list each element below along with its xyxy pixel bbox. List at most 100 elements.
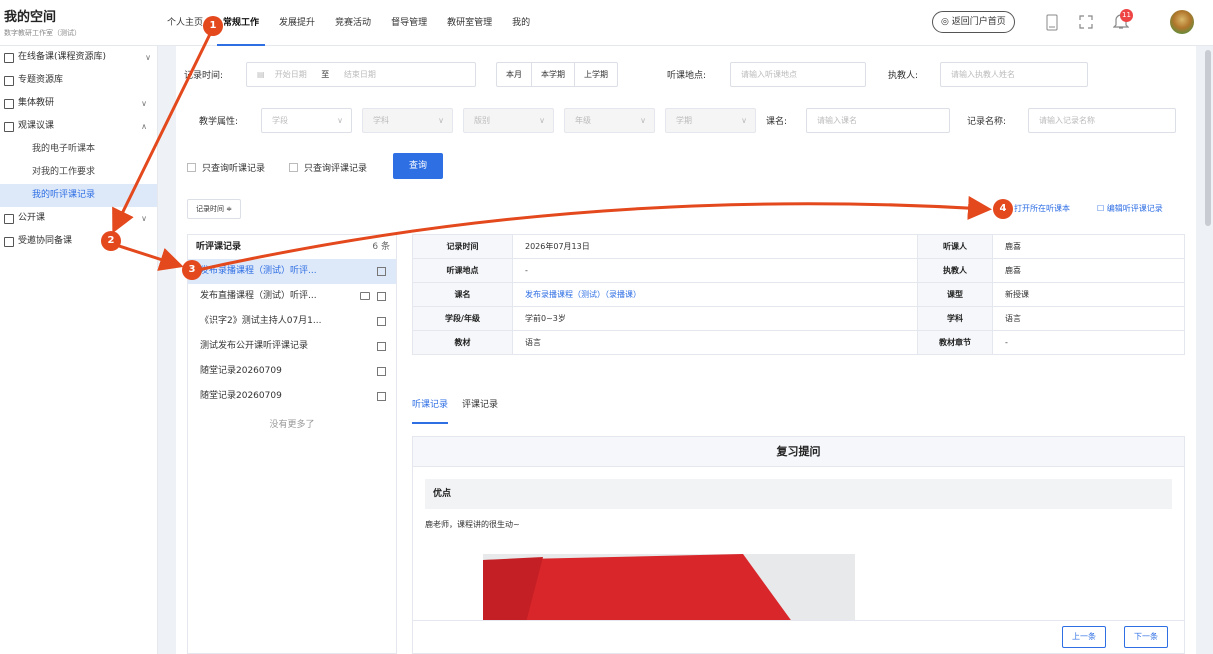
only-review-label: 只查询评课记录 bbox=[304, 164, 368, 174]
open-notebook-link[interactable]: 打开所在听课本 bbox=[1014, 203, 1070, 214]
detail-heading: 复习提问 bbox=[413, 437, 1184, 467]
query-button[interactable]: 查询 bbox=[393, 153, 443, 179]
page-scrollbar[interactable] bbox=[1205, 50, 1211, 226]
record-name-input[interactable]: 请输入记录名称 bbox=[1028, 108, 1176, 133]
prev-record-button[interactable]: 上一条 bbox=[1062, 626, 1106, 648]
table-cell: 执教人 bbox=[917, 258, 993, 283]
list-item[interactable]: 随堂记录20260709 bbox=[188, 359, 396, 384]
return-portal-button[interactable]: ◎ 返回门户首页 bbox=[932, 11, 1015, 33]
list-item[interactable]: 测试发布公开课听评课记录 bbox=[188, 334, 396, 359]
no-more-text: 没有更多了 bbox=[269, 420, 315, 430]
chevron-down-icon: ∨ bbox=[640, 116, 646, 125]
table-row: 学段/年级 学前0~3岁 学科 语言 bbox=[412, 306, 1185, 331]
course-link[interactable]: 发布录播课程（测试）（录播课） bbox=[512, 282, 918, 307]
fullscreen-icon[interactable] bbox=[1079, 15, 1093, 29]
sidebar-item-group-research[interactable]: 集体教研 ∨ bbox=[0, 92, 157, 115]
edition-select[interactable]: 版别 ∨ bbox=[463, 108, 554, 133]
only-review-checkbox[interactable]: 只查询评课记录 bbox=[289, 161, 367, 174]
table-cell: 记录时间 bbox=[412, 234, 513, 259]
record-list: 听评课记录 6 条 发布录播课程（测试）听评... 发布直播课程（测试）听评...… bbox=[187, 234, 397, 654]
document-icon bbox=[377, 317, 386, 326]
subject-select[interactable]: 学科 ∨ bbox=[362, 108, 453, 133]
sidebar-item-topic-library[interactable]: 专题资源库 bbox=[0, 69, 157, 92]
avatar[interactable] bbox=[1170, 10, 1194, 34]
table-row: 教材 语言 教材章节 - bbox=[412, 330, 1185, 355]
last-term-button[interactable]: 上学期 bbox=[575, 63, 617, 86]
this-month-button[interactable]: 本月 bbox=[497, 63, 532, 86]
course-label: 课名: bbox=[766, 117, 788, 127]
book-icon bbox=[4, 98, 14, 109]
sidebar-subitem-my-records[interactable]: 我的听评课记录 bbox=[0, 184, 157, 207]
list-item[interactable]: 随堂记录20260709 bbox=[188, 384, 396, 409]
tab-listen-record[interactable]: 听课记录 bbox=[412, 398, 449, 426]
date-to-label: 至 bbox=[321, 70, 330, 79]
nav-mine[interactable]: 我的 bbox=[502, 0, 540, 46]
list-item-label: 随堂记录20260709 bbox=[200, 391, 282, 401]
edit-record-label: 编辑听评课记录 bbox=[1106, 204, 1163, 213]
sidebar: 在线备课(课程资源库) ∨ 专题资源库 集体教研 ∨ 观课议课 ∧ 我的电子听课本 对… bbox=[0, 46, 158, 654]
chevron-up-icon: ∧ bbox=[141, 122, 147, 131]
record-time-label: 记录时间: bbox=[184, 71, 224, 81]
only-listen-checkbox[interactable]: 只查询听课记录 bbox=[187, 161, 265, 174]
observe-icon bbox=[4, 121, 14, 132]
tab-review-record[interactable]: 评课记录 bbox=[462, 398, 498, 426]
subject-select-value: 学科 bbox=[373, 116, 389, 125]
tablet-icon[interactable] bbox=[1046, 14, 1058, 31]
table-cell: 学段/年级 bbox=[412, 306, 513, 331]
end-date-placeholder: 结束日期 bbox=[343, 70, 376, 79]
sidebar-item-observation[interactable]: 观课议课 ∧ bbox=[0, 115, 157, 138]
table-cell: 课名 bbox=[412, 282, 513, 307]
nav-development[interactable]: 发展提升 bbox=[269, 0, 325, 46]
calendar-icon: ▤ bbox=[257, 70, 268, 79]
table-cell: 语言 bbox=[992, 306, 1185, 331]
brand: 我的空间 数字教研工作室（测试） bbox=[4, 6, 81, 38]
term-select[interactable]: 学期 ∨ bbox=[665, 108, 756, 133]
sidebar-item-open-class[interactable]: 公开课 ∨ bbox=[0, 207, 157, 230]
place-input[interactable]: 请输入听课地点 bbox=[730, 62, 866, 87]
list-item-label: 《识字2》测试主持人07月1... bbox=[200, 316, 322, 326]
date-range-input[interactable]: ▤ 开始日期 至 结束日期 bbox=[246, 62, 476, 87]
checkbox-box bbox=[187, 163, 196, 172]
document-icon bbox=[377, 292, 386, 301]
this-term-button[interactable]: 本学期 bbox=[532, 63, 575, 86]
nav-supervision[interactable]: 督导管理 bbox=[381, 0, 437, 46]
list-item-label: 发布直播课程（测试）听评... bbox=[200, 291, 317, 301]
record-name-label: 记录名称: bbox=[967, 117, 1007, 127]
table-row: 记录时间 2026年07月13日 听课人 鹿喜 bbox=[412, 234, 1185, 259]
table-row: 课名 发布录播课程（测试）（录播课） 课型 新授课 bbox=[412, 282, 1185, 307]
list-item[interactable]: 《识字2》测试主持人07月1... bbox=[188, 309, 396, 334]
sidebar-item-label: 受邀协同备课 bbox=[18, 236, 73, 246]
next-record-button[interactable]: 下一条 bbox=[1124, 626, 1168, 648]
document-icon bbox=[377, 392, 386, 401]
edit-record-link[interactable]: ☐ 编辑听评课记录 bbox=[1097, 203, 1163, 214]
list-item[interactable]: 发布直播课程（测试）听评... bbox=[188, 284, 396, 309]
term-select-value: 学期 bbox=[676, 116, 692, 125]
chevron-down-icon: ∨ bbox=[741, 116, 747, 125]
pager-bar: 上一条 下一条 bbox=[412, 620, 1185, 654]
table-cell: 鹿喜 bbox=[992, 234, 1185, 259]
table-cell: - bbox=[512, 258, 918, 283]
stage-select[interactable]: 学段 ∨ bbox=[261, 108, 352, 133]
annotation-badge: 3 bbox=[182, 260, 202, 280]
table-cell: 学前0~3岁 bbox=[512, 306, 918, 331]
brand-subtitle: 数字教研工作室（测试） bbox=[4, 29, 81, 37]
attached-photo[interactable] bbox=[483, 554, 855, 629]
teacher-input[interactable]: 请输入执教人姓名 bbox=[940, 62, 1088, 87]
course-input[interactable]: 请输入课名 bbox=[806, 108, 950, 133]
record-info-table: 记录时间 2026年07月13日 听课人 鹿喜 听课地点 - 执教人 鹿喜 课名 发布录播课程… bbox=[412, 234, 1185, 355]
nav-research-office[interactable]: 教研室管理 bbox=[437, 0, 502, 46]
sort-by-time-button[interactable]: 记录时间 ≑ bbox=[187, 199, 242, 219]
sidebar-subitem-notebook[interactable]: 我的电子听课本 bbox=[0, 138, 157, 161]
annotation-badge: 4 bbox=[993, 199, 1013, 219]
list-item[interactable]: 发布录播课程（测试）听评... bbox=[188, 259, 396, 284]
chevron-down-icon: ∨ bbox=[141, 99, 147, 108]
sidebar-subitem-requirements[interactable]: 对我的工作要求 bbox=[0, 161, 157, 184]
grade-select[interactable]: 年级 ∨ bbox=[564, 108, 655, 133]
sidebar-item-invited-prep[interactable]: 受邀协同备课 bbox=[0, 230, 157, 253]
screen-icon bbox=[4, 213, 14, 224]
nav-competition[interactable]: 竞赛活动 bbox=[325, 0, 381, 46]
quick-date-group: 本月 本学期 上学期 bbox=[496, 62, 618, 87]
sidebar-item-online-prep[interactable]: 在线备课(课程资源库) ∨ bbox=[0, 46, 157, 69]
return-portal-label: 返回门户首页 bbox=[951, 17, 1006, 27]
table-cell: 教材章节 bbox=[917, 330, 993, 355]
